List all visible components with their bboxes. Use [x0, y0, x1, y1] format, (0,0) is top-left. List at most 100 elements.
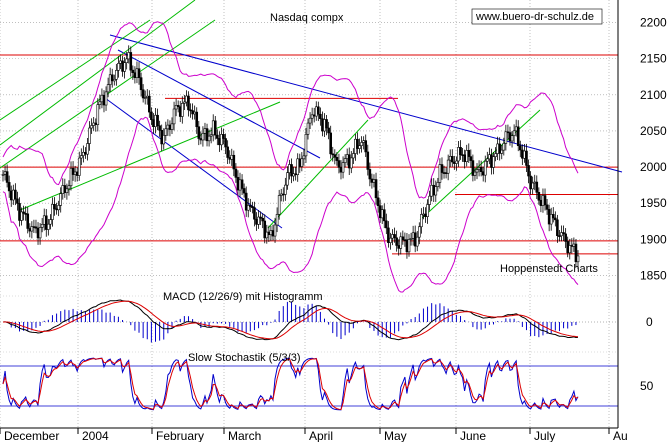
candle-body [84, 151, 87, 155]
candle-body [185, 95, 188, 103]
candle-body [32, 226, 36, 228]
candle-body [319, 113, 322, 120]
candle-body [59, 193, 63, 206]
candle-body [564, 233, 567, 242]
source-label: Hoppenstedt Charts [500, 263, 598, 275]
candle-body [9, 190, 13, 201]
candle-body [40, 224, 44, 228]
candle-body [119, 60, 122, 64]
candle-body [370, 178, 374, 183]
candle-body [127, 52, 131, 60]
candle-body [281, 193, 285, 196]
candle-body [486, 158, 489, 162]
candle-body [220, 134, 223, 146]
candle-body [164, 128, 168, 136]
candle-body [189, 109, 192, 112]
candle-body [137, 68, 141, 78]
candle-body [284, 184, 287, 195]
candle-body [440, 164, 444, 173]
macd-tick-label: 0 [646, 315, 653, 329]
candle-body [265, 231, 269, 239]
candle-body [512, 130, 516, 136]
candle-body [38, 227, 42, 239]
candle-body [1, 174, 5, 176]
x-tick-label: June [460, 429, 486, 442]
candle-body [3, 171, 7, 175]
x-tick-label: 2004 [82, 429, 109, 442]
candle-body [395, 237, 398, 246]
candle-body [226, 146, 229, 158]
candle-body [508, 132, 512, 142]
candle-body [22, 211, 25, 214]
candle-body [362, 140, 365, 143]
candle-body [104, 91, 108, 106]
candle-body [12, 189, 15, 201]
candle-body [558, 235, 561, 238]
candle-body [459, 147, 462, 155]
candle-body [123, 62, 126, 72]
x-tick-label: July [534, 429, 555, 442]
candle-body [296, 158, 300, 175]
candle-body [354, 138, 357, 154]
chart-title: Nasdaq compx [270, 12, 344, 24]
candle-body [442, 172, 446, 174]
candle-body [263, 220, 267, 239]
candle-body [477, 167, 481, 170]
candle-body [61, 185, 65, 194]
candle-body [28, 228, 32, 232]
candle-body [438, 164, 442, 183]
candle-body [199, 138, 203, 141]
candle-body [576, 255, 580, 263]
candle-body [195, 111, 199, 128]
candle-body [108, 74, 112, 85]
candle-body [424, 213, 427, 217]
candle-body [90, 125, 93, 129]
candle-body [529, 175, 532, 190]
candle-body [20, 211, 23, 221]
candle-body [310, 114, 314, 119]
candle-body [331, 153, 335, 156]
candle-body [44, 215, 48, 230]
candle-body [145, 95, 149, 98]
candle-body [539, 199, 543, 206]
candle-body [112, 78, 116, 82]
candle-body [560, 232, 563, 237]
candle-body [152, 119, 155, 127]
candle-body [343, 158, 347, 163]
candle-body [426, 204, 429, 217]
x-tick-label: March [228, 429, 261, 442]
candle-body [131, 69, 135, 73]
candle-body [259, 216, 262, 219]
candle-body [236, 177, 240, 191]
candle-body [418, 226, 421, 238]
candle-body [446, 159, 450, 174]
candle-body [566, 241, 569, 254]
candle-body [327, 127, 330, 134]
candle-body [143, 97, 147, 99]
candle-body [253, 207, 256, 220]
candle-body [100, 94, 104, 103]
candle-body [496, 143, 499, 154]
candle-body [422, 213, 425, 216]
candle-body [453, 161, 456, 164]
candle-body [5, 171, 9, 183]
candle-body [323, 119, 326, 132]
candle-body [261, 217, 264, 222]
candle-body [34, 226, 38, 229]
candle-body [481, 171, 485, 176]
candle-body [339, 167, 343, 173]
candle-body [183, 101, 186, 104]
candle-body [71, 167, 75, 175]
candle-body [432, 184, 436, 196]
candle-body [238, 179, 242, 191]
candle-body [36, 227, 40, 239]
candle-body [69, 167, 73, 187]
candle-body [504, 131, 508, 144]
candle-body [193, 111, 196, 115]
candle-body [382, 209, 386, 222]
candle-body [510, 135, 514, 142]
candle-body [304, 133, 308, 157]
candle-body [191, 110, 194, 115]
candle-body [55, 208, 58, 211]
candle-body [471, 160, 475, 176]
